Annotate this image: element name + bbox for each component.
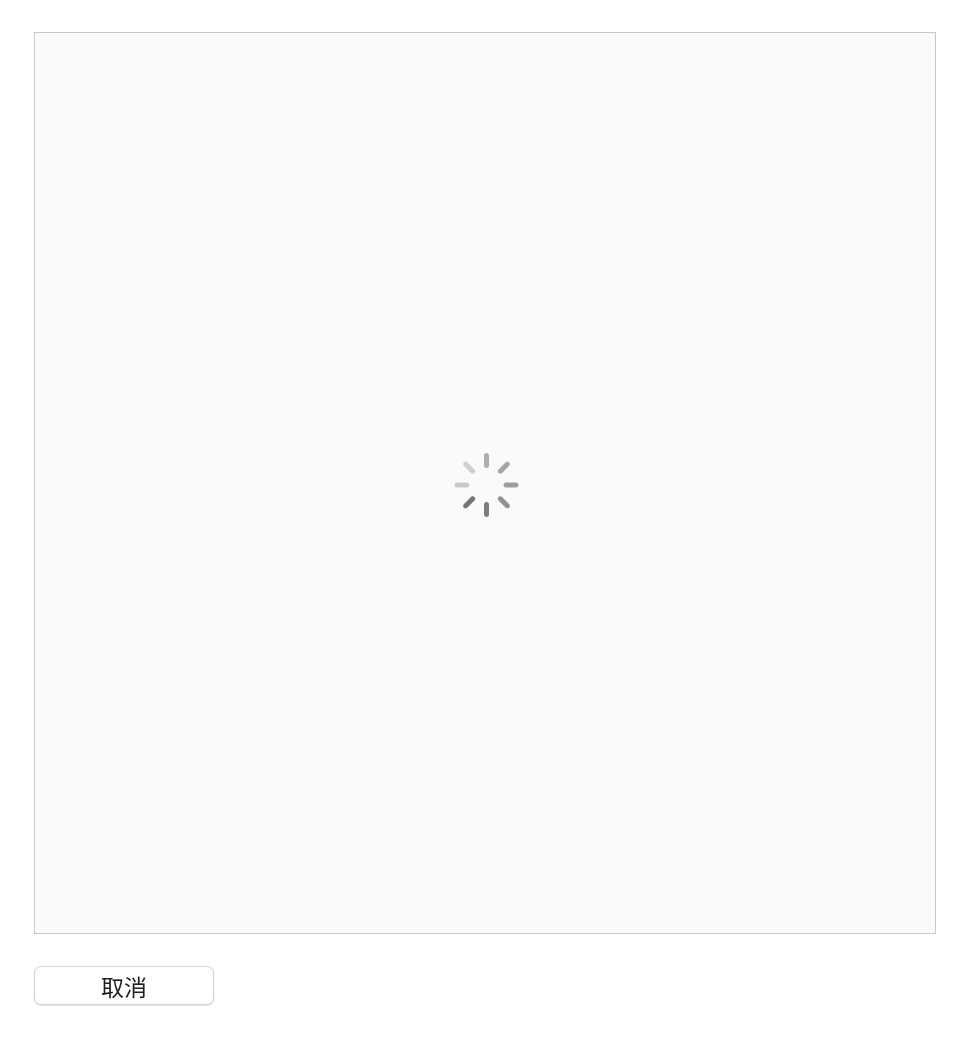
spinner-tick (503, 482, 518, 488)
spinner-tick (461, 460, 476, 475)
cancel-button[interactable]: 取消 (34, 966, 214, 1005)
spinner-tick (454, 482, 469, 488)
spinner-tick (461, 495, 476, 510)
spinner-tick (496, 495, 511, 510)
loading-dialog: 取消 (0, 0, 976, 1042)
content-panel (34, 32, 936, 934)
spinner-tick (483, 502, 489, 517)
spinner-tick (483, 453, 489, 468)
spinner-tick (496, 460, 511, 475)
